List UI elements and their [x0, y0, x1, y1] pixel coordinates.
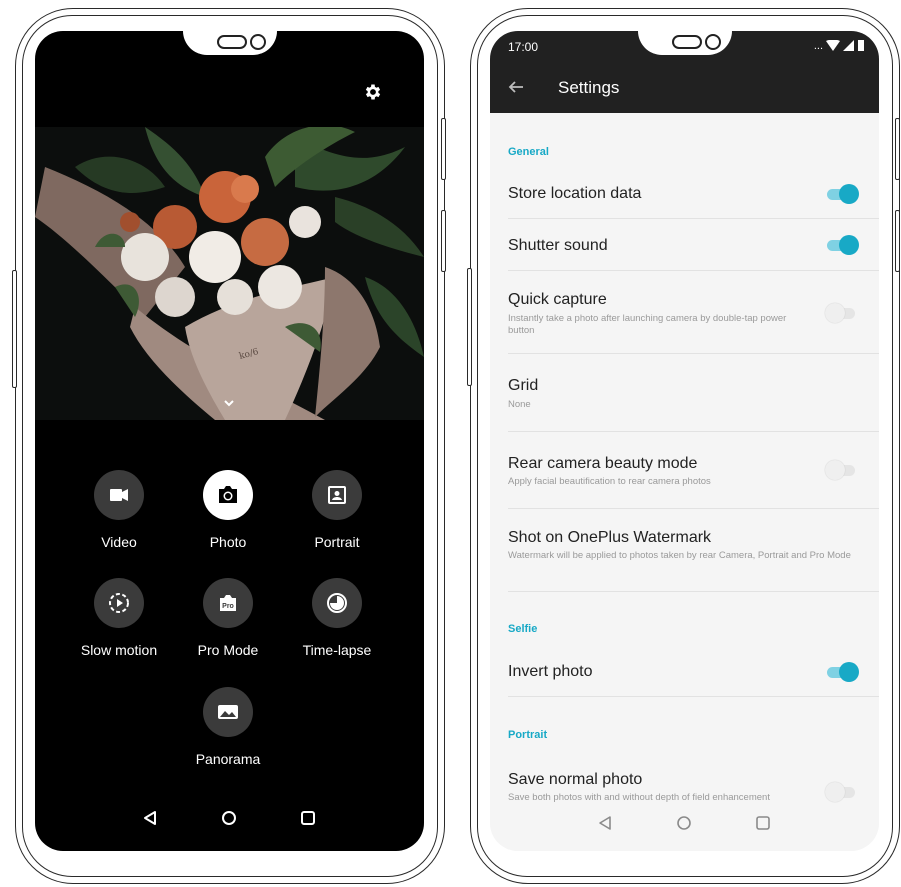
setting-title: Grid	[508, 377, 539, 394]
section-header-portrait: Portrait	[508, 729, 548, 741]
setting-title: Rear camera beauty mode	[508, 455, 698, 472]
side-button	[895, 118, 900, 180]
shutter-sound-toggle[interactable]	[825, 234, 859, 256]
setting-title: Quick capture	[508, 291, 607, 308]
store-location-toggle[interactable]	[825, 183, 859, 205]
camera-mode-screen: ko/6 Video Photo Portrait Slow motion Pr…	[35, 31, 424, 851]
mode-portrait[interactable]: Portrait	[282, 470, 392, 550]
section-header-selfie: Selfie	[508, 623, 538, 635]
save-normal-toggle[interactable]	[825, 781, 859, 803]
divider	[508, 696, 879, 697]
panorama-icon	[203, 687, 253, 737]
divider	[508, 353, 879, 354]
divider	[508, 508, 879, 509]
battery-icon	[858, 40, 864, 51]
status-time: 17:00	[508, 40, 539, 54]
navigation-bar	[35, 796, 424, 851]
back-icon[interactable]	[142, 810, 158, 826]
divider	[508, 431, 879, 432]
chevron-down-icon[interactable]	[221, 397, 237, 409]
flower-bouquet-photo: ko/6	[35, 127, 424, 420]
camera-icon	[203, 470, 253, 520]
earpiece	[672, 35, 702, 49]
home-icon[interactable]	[221, 810, 237, 826]
app-bar: 17:00 ... Settings	[490, 31, 879, 113]
side-button	[467, 268, 472, 386]
mode-pro[interactable]: Pro Pro Mode	[173, 578, 283, 658]
setting-subtitle: None	[508, 399, 531, 410]
more-dots: ...	[813, 39, 823, 52]
mode-label: Slow motion	[80, 642, 158, 658]
setting-title: Shot on OnePlus Watermark	[508, 529, 712, 546]
video-icon	[94, 470, 144, 520]
quick-capture-toggle[interactable]	[825, 302, 859, 324]
mode-label: Pro Mode	[197, 642, 259, 658]
setting-subtitle: Watermark will be applied to photos take…	[508, 550, 851, 561]
signal-icon	[843, 40, 854, 51]
camera-viewfinder: ko/6	[35, 127, 424, 420]
setting-title: Save normal photo	[508, 771, 643, 788]
setting-subtitle: Apply facial beautification to rear came…	[508, 476, 711, 487]
pro-mode-icon: Pro	[203, 578, 253, 628]
side-button	[441, 118, 446, 180]
front-camera	[250, 34, 266, 50]
mode-label: Video	[101, 534, 137, 550]
side-button	[895, 210, 900, 272]
earpiece	[217, 35, 247, 49]
pro-badge: Pro	[222, 603, 234, 610]
wifi-icon	[826, 40, 840, 51]
setting-title: Shutter sound	[508, 237, 608, 254]
slow-motion-icon	[94, 578, 144, 628]
side-button	[441, 210, 446, 272]
setting-subtitle: Instantly take a photo after launching c…	[508, 313, 787, 336]
notch	[638, 31, 732, 55]
section-header-general: General	[508, 146, 549, 158]
mode-label: Time-lapse	[302, 642, 372, 658]
mode-video[interactable]: Video	[64, 470, 174, 550]
divider	[508, 218, 879, 219]
mode-time-lapse[interactable]: Time-lapse	[282, 578, 392, 658]
mode-panorama[interactable]: Panorama	[173, 687, 283, 767]
time-lapse-icon	[312, 578, 362, 628]
invert-photo-toggle[interactable]	[825, 661, 859, 683]
settings-screen: 17:00 ... Settings General Store locatio…	[490, 31, 879, 851]
home-icon[interactable]	[676, 815, 692, 831]
rear-beauty-toggle[interactable]	[825, 459, 859, 481]
back-arrow-icon[interactable]	[507, 78, 525, 96]
back-icon[interactable]	[597, 815, 613, 831]
mode-slow-motion[interactable]: Slow motion	[64, 578, 174, 658]
mode-label: Panorama	[195, 751, 261, 767]
front-camera	[705, 34, 721, 50]
setting-title: Store location data	[508, 185, 642, 202]
navigation-bar	[490, 803, 879, 851]
mode-label: Portrait	[314, 534, 360, 550]
gear-icon[interactable]	[363, 82, 383, 102]
notch	[183, 31, 277, 55]
side-button	[12, 270, 17, 388]
mode-photo[interactable]: Photo	[173, 470, 283, 550]
divider	[508, 270, 879, 271]
status-icons: ...	[814, 40, 865, 51]
setting-title: Invert photo	[508, 663, 593, 680]
recents-icon[interactable]	[755, 815, 771, 831]
page-title: Settings	[558, 78, 620, 97]
recents-icon[interactable]	[300, 810, 316, 826]
mode-label: Photo	[209, 534, 247, 550]
divider	[508, 591, 879, 592]
portrait-icon	[312, 470, 362, 520]
